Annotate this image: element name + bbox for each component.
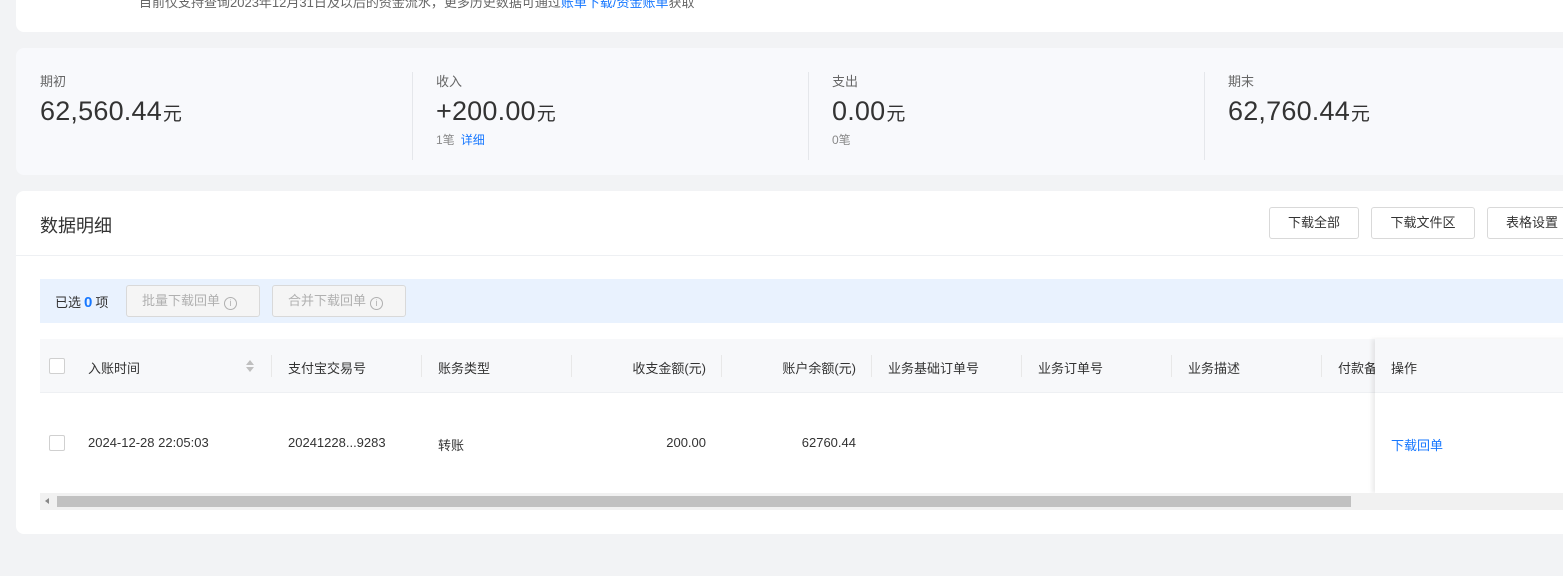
income-count: 1笔 (436, 133, 455, 147)
horizontal-scrollbar[interactable] (40, 493, 1563, 510)
notice-text-prefix: 目前仅支持查询2023年12月31日及以后的资金流水，更多历史数据可通过 (139, 0, 561, 10)
stat-closing-value: 62,760.44元 (1228, 96, 1563, 127)
stat-income: 收入 +200.00元 1笔 详细 (412, 72, 808, 160)
stat-expense: 支出 0.00元 0笔 (808, 72, 1204, 160)
expense-sub: 0笔 (832, 131, 1204, 148)
column-separator[interactable] (571, 355, 572, 377)
header-action: 操作 (1391, 361, 1418, 376)
batch-download-receipt-button[interactable]: 批量下载回单 i (126, 285, 260, 317)
header-amount: 收支金额(元) (632, 361, 706, 376)
header-payer-note: 付款备 (1338, 361, 1378, 376)
expense-amount: 0.00 (832, 96, 886, 126)
merge-download-label: 合并下载回单 (288, 293, 367, 308)
notice-text-suffix: 获取 (668, 0, 695, 10)
header-base-order: 业务基础订单号 (888, 361, 980, 376)
column-separator[interactable] (1321, 355, 1322, 377)
stat-opening-value: 62,560.44元 (40, 96, 412, 127)
expense-count: 0笔 (832, 133, 851, 147)
batch-download-label: 批量下载回单 (142, 293, 221, 308)
column-separator[interactable] (871, 355, 872, 377)
download-all-button[interactable]: 下载全部 (1269, 207, 1359, 239)
table-settings-button[interactable]: 表格设置 (1487, 207, 1563, 239)
selected-prefix: 已选 (55, 295, 82, 310)
stat-expense-value: 0.00元 (832, 96, 1204, 127)
divider (16, 255, 1563, 256)
header-trade-no: 支付宝交易号 (288, 361, 367, 376)
stat-expense-label: 支出 (832, 74, 859, 89)
row-time: 2024-12-28 22:05:03 (88, 435, 209, 450)
data-detail-card: 数据明细 下载全部 下载文件区 表格设置 已选 0 项 批量下载回单 i 合并下载回单… (16, 191, 1563, 534)
selection-bar: 已选 0 项 批量下载回单 i 合并下载回单 i (40, 279, 1563, 323)
table-row: 2024-12-28 22:05:03 20241228...9283 转账 2… (40, 393, 1563, 493)
sort-icon[interactable] (246, 359, 254, 373)
column-separator[interactable] (1021, 355, 1022, 377)
stat-income-label: 收入 (436, 74, 463, 89)
table-header: 入账时间 支付宝交易号 账务类型 收支金额(元) 账户余额(元) 业务基础订单号… (40, 339, 1563, 393)
stat-opening-label: 期初 (40, 74, 67, 89)
row-checkbox[interactable] (49, 435, 65, 451)
bill-download-link[interactable]: 账单下载/资金账单 (561, 0, 669, 10)
download-folder-button[interactable]: 下载文件区 (1371, 207, 1475, 239)
income-detail-link[interactable]: 详细 (461, 133, 485, 147)
stat-opening: 期初 62,560.44元 (16, 72, 412, 160)
info-circle-icon: i (370, 297, 384, 310)
opening-amount: 62,560.44 (40, 96, 162, 126)
selected-suffix: 项 (95, 295, 109, 310)
closing-unit: 元 (1350, 104, 1370, 125)
fixed-action-column: 操作 下载回单 (1375, 339, 1563, 493)
row-amount: 200.00 (666, 435, 706, 450)
info-circle-icon: i (224, 297, 238, 310)
header-time: 入账时间 (88, 361, 141, 376)
notice-card: 目前仅支持查询2023年12月31日及以后的资金流水，更多历史数据可通过账单下载… (16, 0, 1563, 32)
header-desc: 业务描述 (1188, 361, 1241, 376)
scroll-left-arrow-icon[interactable] (45, 498, 49, 504)
action-header-cell: 操作 (1375, 339, 1563, 393)
stat-income-value: +200.00元 (436, 96, 808, 127)
download-receipt-link[interactable]: 下载回单 (1391, 435, 1443, 454)
selected-count: 0 (84, 294, 93, 311)
row-trade-no: 20241228...9283 (288, 435, 386, 450)
expense-unit: 元 (886, 104, 906, 125)
closing-amount: 62,760.44 (1228, 96, 1350, 126)
column-separator[interactable] (721, 355, 722, 377)
income-sub: 1笔 详细 (436, 131, 808, 148)
row-balance: 62760.44 (801, 435, 856, 450)
opening-unit: 元 (162, 104, 182, 125)
stat-closing-label: 期末 (1228, 74, 1255, 89)
stat-closing: 期末 62,760.44元 (1204, 72, 1563, 160)
income-unit: 元 (536, 104, 556, 125)
scrollbar-thumb[interactable] (57, 496, 1351, 507)
section-title: 数据明细 (40, 216, 112, 236)
summary-card: 期初 62,560.44元 收入 +200.00元 1笔 详细 支出 0.00元 … (16, 48, 1563, 175)
row-type: 转账 (438, 438, 465, 453)
merge-download-receipt-button[interactable]: 合并下载回单 i (272, 285, 406, 317)
column-separator[interactable] (421, 355, 422, 377)
header-balance: 账户余额(元) (782, 361, 856, 376)
selected-count-text: 已选 0 项 (55, 292, 108, 311)
history-notice: 目前仅支持查询2023年12月31日及以后的资金流水，更多历史数据可通过账单下载… (139, 0, 694, 11)
column-separator[interactable] (1171, 355, 1172, 377)
select-all-checkbox[interactable] (49, 358, 65, 374)
column-separator[interactable] (271, 355, 272, 377)
header-type: 账务类型 (438, 361, 491, 376)
income-amount: +200.00 (436, 96, 536, 126)
header-order: 业务订单号 (1038, 361, 1104, 376)
transactions-table: 入账时间 支付宝交易号 账务类型 收支金额(元) 账户余额(元) 业务基础订单号… (40, 339, 1563, 493)
